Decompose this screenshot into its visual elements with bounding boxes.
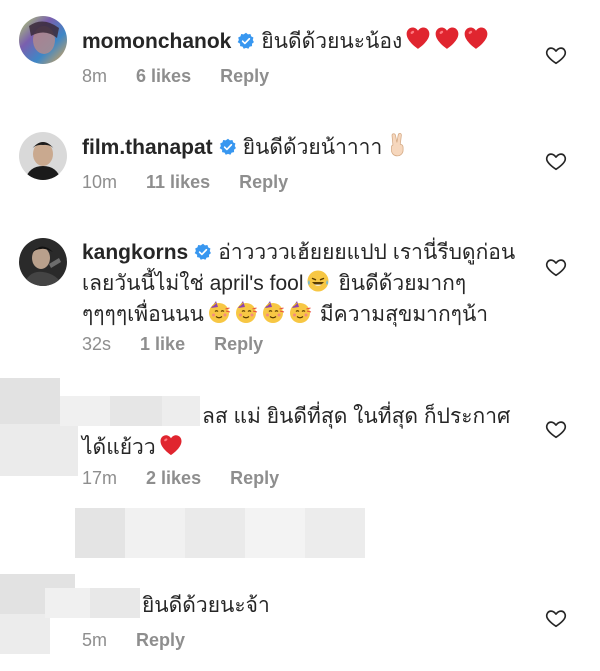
blurred-content (245, 508, 305, 558)
comment-text: ๆๆๆๆเพื่อนนน (82, 303, 204, 326)
comment-likes[interactable]: 6 likes (136, 66, 191, 86)
dark-portrait-avatar-icon (19, 238, 67, 286)
reply-button[interactable]: Reply (136, 630, 185, 650)
rainbow-portrait-avatar-icon (19, 16, 67, 64)
comment-text: ยินดีด้วยนะจ้า (142, 594, 270, 617)
avatar-momonchanok[interactable] (19, 16, 67, 64)
comment-text: เลยวันนี้ไม่ใช่ april's fool (82, 272, 304, 295)
like-heart-icon[interactable] (545, 150, 567, 172)
blurred-avatar (0, 378, 60, 424)
dark-portrait-avatar-icon (19, 132, 67, 180)
blurred-username (45, 588, 90, 618)
comment-text: ยินดีด้วยน้าาาา (242, 136, 383, 159)
comment-time: 32s (82, 334, 112, 354)
like-heart-icon[interactable] (545, 256, 567, 278)
blurred-content (185, 508, 245, 558)
comment-time: 5m (82, 630, 108, 650)
comment-text: ได้แย้วว (82, 436, 156, 459)
avatar-kangkorns[interactable] (19, 238, 67, 286)
comment-text: ยินดีด้วยนะน้อง (261, 30, 403, 53)
tears-of-joy-emoji-icon (306, 269, 330, 293)
red-heart-emoji-icon (405, 25, 431, 51)
comment-username[interactable]: momonchanok (82, 30, 231, 53)
comment-text: อ่าววววเฮ้ยยยแปป เรานี่รีบดูก่อน (218, 241, 516, 264)
reply-button[interactable]: Reply (220, 66, 269, 86)
red-heart-emoji-icon (434, 25, 460, 51)
comment-time: 10m (82, 172, 118, 192)
comment-likes[interactable]: 11 likes (146, 172, 210, 192)
red-heart-emoji-icon (463, 25, 489, 51)
reply-button[interactable]: Reply (230, 468, 279, 488)
partying-face-emoji-icon (288, 300, 312, 324)
comment-likes[interactable]: 2 likes (146, 468, 201, 488)
reply-button[interactable]: Reply (214, 334, 263, 354)
blurred-avatar (0, 614, 50, 654)
partying-face-emoji-icon (207, 300, 231, 324)
blurred-avatar (0, 424, 78, 476)
like-heart-icon[interactable] (545, 418, 567, 440)
like-heart-icon[interactable] (545, 44, 567, 66)
blurred-content (125, 508, 185, 558)
victory-hand-emoji-icon (385, 131, 411, 157)
comment-text: ลส แม่ ยินดีที่สุด ในที่สุด ก็ประกาศ (202, 405, 511, 428)
verified-badge-icon (237, 32, 255, 50)
comment-username[interactable]: film.thanapat (82, 136, 213, 159)
verified-badge-icon (194, 243, 212, 261)
comment-time: 8m (82, 66, 108, 86)
comment-likes[interactable]: 1 like (140, 334, 185, 354)
verified-badge-icon (219, 138, 237, 156)
comment-username[interactable]: kangkorns (82, 241, 188, 264)
red-heart-emoji-icon (159, 433, 183, 457)
blurred-username (90, 588, 140, 618)
blurred-content (75, 508, 125, 558)
partying-face-emoji-icon (234, 300, 258, 324)
avatar-film-thanapat[interactable] (19, 132, 67, 180)
comment-time: 17m (82, 468, 118, 488)
blurred-content (305, 508, 365, 558)
like-heart-icon[interactable] (545, 607, 567, 629)
reply-button[interactable]: Reply (239, 172, 288, 192)
comment-text: ยินดีด้วยมากๆ (338, 272, 467, 295)
comment-text: มีความสุขมากๆน้า (319, 303, 489, 326)
partying-face-emoji-icon (261, 300, 285, 324)
